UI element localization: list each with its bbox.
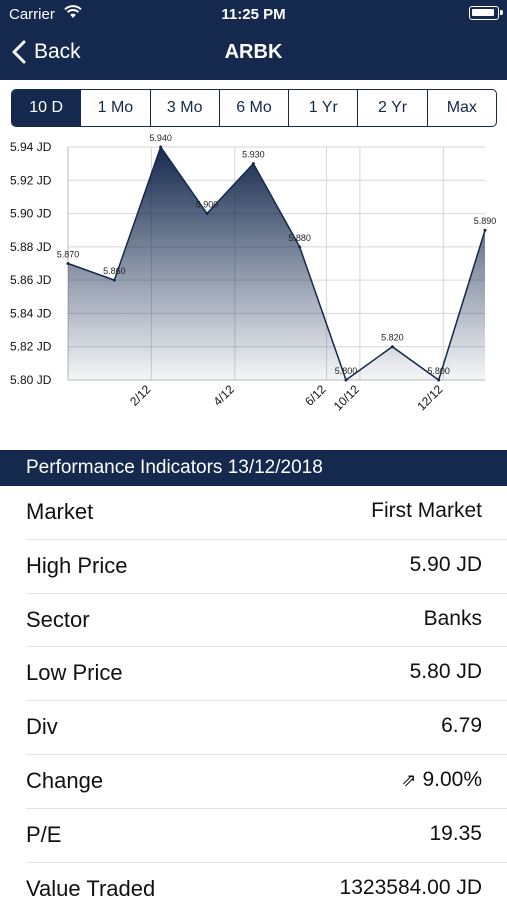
chart-y-tick-label: 5.88 JD: [10, 240, 52, 254]
chart-data-point: [205, 212, 209, 216]
chart-data-label: 5.800: [335, 366, 358, 376]
chart-data-label: 5.870: [57, 250, 80, 260]
arrow-up-right-icon: ⇗: [401, 769, 417, 790]
row-value: ⇗ 9.00%: [401, 768, 482, 792]
row-value-traded: Value Traded 1323584.00 JD: [26, 863, 507, 900]
chart-data-point: [112, 278, 116, 282]
chart-data-point: [437, 378, 441, 382]
chart-y-tick-label: 5.90 JD: [10, 207, 52, 221]
row-value: 6.79: [441, 714, 482, 738]
price-chart-svg: 5.94 JD 5.92 JD 5.90 JD 5.88 JD 5.86 JD 5.84 …: [10, 133, 497, 413]
price-chart: 5.94 JD 5.92 JD 5.90 JD 5.88 JD 5.86 JD 5.84 …: [0, 132, 507, 432]
chart-data-label: 5.930: [242, 150, 265, 160]
row-label: Sector: [26, 606, 90, 632]
row-market: Market First Market: [26, 486, 507, 540]
row-label: Change: [26, 767, 104, 793]
row-div: Div 6.79: [26, 701, 507, 755]
chart-x-tick-label: 10/12: [331, 382, 362, 413]
row-value: 19.35: [429, 821, 482, 845]
chart-data-label: 5.940: [149, 133, 172, 143]
row-change: Change ⇗ 9.00%: [26, 755, 507, 809]
navigation-bar: Carrier 11:25 PM Back ARBK: [0, 0, 507, 80]
chart-data-label: 5.900: [196, 200, 219, 210]
range-option-max[interactable]: Max: [428, 90, 496, 126]
range-option-1mo[interactable]: 1 Mo: [81, 90, 151, 126]
range-option-2yr[interactable]: 2 Yr: [358, 90, 428, 126]
chart-area-fill: [68, 147, 485, 380]
chart-y-tick-label: 5.80 JD: [10, 373, 52, 387]
range-option-6mo[interactable]: 6 Mo: [220, 90, 290, 126]
chart-data-label: 5.820: [381, 333, 404, 343]
range-option-10d[interactable]: 10 D: [12, 90, 82, 126]
status-bar: Carrier 11:25 PM: [0, 0, 507, 28]
chart-y-tick-label: 5.94 JD: [10, 140, 52, 154]
chart-data-point: [298, 245, 302, 249]
chart-data-label: 5.800: [427, 366, 450, 376]
chart-x-tick-label: 12/12: [414, 382, 445, 413]
row-value: 1323584.00 JD: [339, 875, 482, 899]
range-selector: 10 D 1 Mo 3 Mo 6 Mo 1 Yr 2 Yr Max: [11, 89, 497, 127]
chart-y-tick-label: 5.86 JD: [10, 273, 52, 287]
row-low-price: Low Price 5.80 JD: [26, 647, 507, 702]
chart-x-tick-label: 2/12: [127, 382, 154, 409]
row-high-price: High Price 5.90 JD: [26, 540, 507, 594]
performance-header: Performance Indicators 13/12/2018: [0, 450, 507, 486]
chart-data-point: [251, 162, 255, 166]
row-value: Banks: [423, 606, 482, 630]
row-pe: P/E 19.35: [26, 809, 507, 863]
change-value: 9.00%: [422, 767, 482, 791]
chart-y-tick-label: 5.82 JD: [10, 340, 52, 354]
battery-icon: [469, 6, 503, 20]
status-time: 11:25 PM: [221, 6, 286, 23]
row-label: High Price: [26, 552, 128, 578]
range-option-3mo[interactable]: 3 Mo: [151, 90, 220, 126]
row-label: Low Price: [26, 660, 123, 686]
row-value: First Market: [371, 499, 482, 522]
chart-y-tick-label: 5.92 JD: [10, 173, 52, 187]
row-label: P/E: [26, 821, 62, 847]
row-label: Value Traded: [26, 875, 156, 900]
chart-data-point: [66, 262, 70, 265]
chart-data-point: [344, 378, 348, 382]
row-value: 5.80 JD: [409, 660, 482, 684]
chart-y-tick-label: 5.84 JD: [10, 306, 52, 320]
chart-data-label: 5.860: [103, 266, 126, 276]
chart-x-tick-label: 6/12: [302, 382, 329, 409]
chart-data-label: 5.890: [474, 216, 497, 226]
page-title: ARBK: [224, 41, 283, 63]
performance-list: Market First Market High Price 5.90 JD S…: [0, 486, 507, 900]
chart-data-label: 5.880: [288, 233, 311, 243]
chart-data-point: [390, 345, 394, 349]
row-label: Div: [26, 714, 58, 740]
row-sector: Sector Banks: [26, 594, 507, 648]
chart-data-point: [159, 145, 163, 149]
range-option-1yr[interactable]: 1 Yr: [289, 90, 359, 126]
chart-x-tick-label: 4/12: [211, 382, 238, 409]
row-value: 5.90 JD: [409, 552, 482, 576]
chart-data-point: [483, 228, 487, 232]
row-label: Market: [26, 499, 94, 524]
